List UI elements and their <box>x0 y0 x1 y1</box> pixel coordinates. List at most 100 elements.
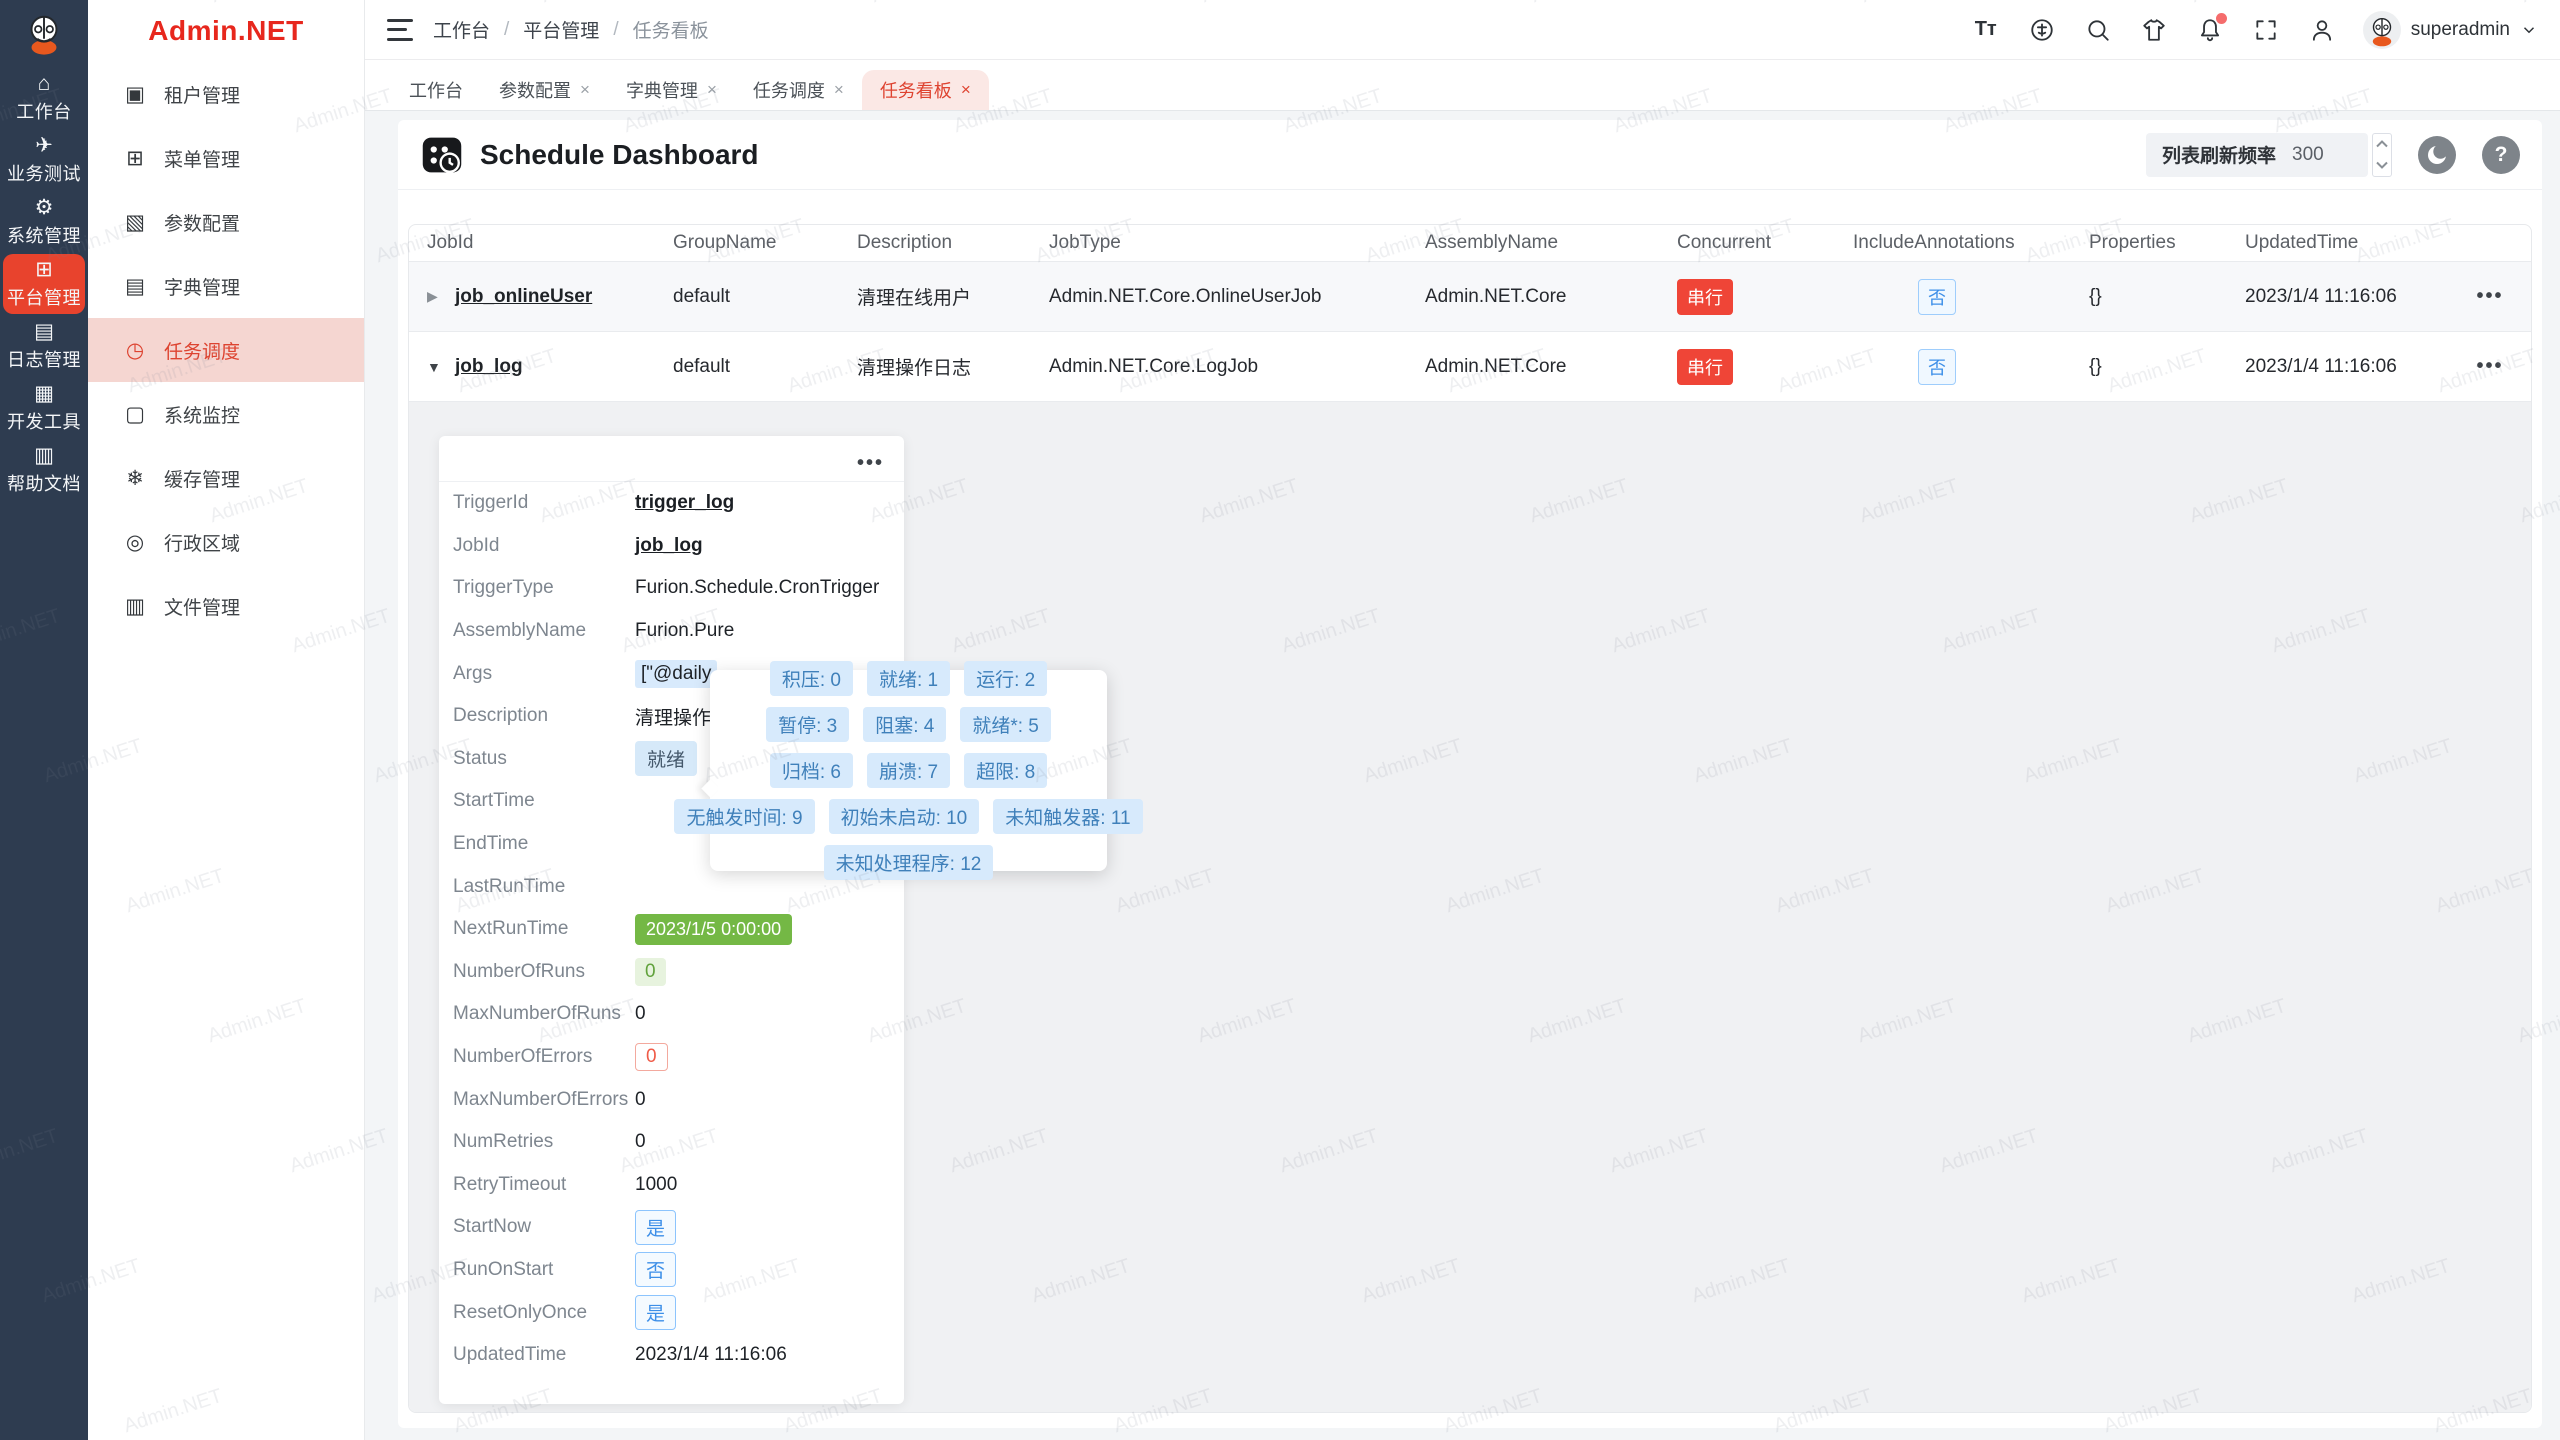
tab-dictionary[interactable]: 字典管理 × <box>608 70 735 110</box>
font-size-icon[interactable]: Tт <box>1971 15 2001 45</box>
alarm-clock-icon: ◷ <box>122 338 148 363</box>
breadcrumb-item[interactable]: 工作台 <box>433 16 490 43</box>
rail-item-help-docs[interactable]: ▥ 帮助文档 <box>3 440 85 500</box>
status-legend-badge: 无触发时间: 9 <box>674 799 814 834</box>
refresh-frequency-value[interactable]: 300 <box>2292 144 2352 166</box>
params-icon: ▧ <box>122 210 148 235</box>
trigger-id-link[interactable]: trigger_log <box>635 492 734 514</box>
job-id-link[interactable]: job_log <box>635 535 703 557</box>
detail-value: Furion.Schedule.CronTrigger <box>635 577 879 599</box>
rail-item-label: 日志管理 <box>7 346 81 372</box>
stepper-down-icon[interactable] <box>2376 161 2388 169</box>
rail-item-system-mgmt[interactable]: ⚙ 系统管理 <box>3 192 85 252</box>
rail-item-dev-tools[interactable]: ▦ 开发工具 <box>3 378 85 438</box>
sidebar-item-dictionary[interactable]: ▤ 字典管理 <box>88 254 364 318</box>
sidebar-item-region[interactable]: ◎ 行政区域 <box>88 510 364 574</box>
detail-value: Furion.Pure <box>635 620 734 642</box>
collapse-row-icon[interactable]: ▼ <box>427 359 443 375</box>
reset-only-once-tag: 是 <box>635 1295 676 1330</box>
status-legend-badge: 未知触发器: 11 <box>993 799 1142 834</box>
refresh-frequency-label: 列表刷新频率 <box>2162 141 2276 168</box>
paper-plane-icon: ✈ <box>35 135 53 157</box>
help-icon[interactable]: ? <box>2482 136 2520 174</box>
column-header-jobid: JobId <box>409 232 665 254</box>
tab-bar: 工作台 参数配置 × 字典管理 × 任务调度 × 任务看板 × <box>365 60 2560 111</box>
search-icon[interactable] <box>2083 15 2113 45</box>
row-actions-icon[interactable]: ••• <box>2441 285 2531 308</box>
tab-label: 参数配置 <box>499 77 571 103</box>
detail-label: Args <box>453 663 635 685</box>
collapse-menu-icon[interactable] <box>387 19 413 41</box>
sidebar-item-menu[interactable]: ⊞ 菜单管理 <box>88 126 364 190</box>
sidebar-item-tenant[interactable]: ▣ 租户管理 <box>88 62 364 126</box>
fullscreen-icon[interactable] <box>2251 15 2281 45</box>
status-badge[interactable]: 就绪 <box>635 741 697 776</box>
notification-bell-icon[interactable] <box>2195 15 2225 45</box>
refresh-frequency-input[interactable]: 列表刷新频率 300 <box>2146 133 2368 177</box>
detail-label: Status <box>453 748 635 770</box>
main-column: 工作台 / 平台管理 / 任务看板 Tт <box>365 0 2560 1440</box>
theme-icon[interactable] <box>2139 15 2169 45</box>
user-profile-icon[interactable] <box>2307 15 2337 45</box>
cell-groupname: default <box>665 356 849 378</box>
breadcrumb: 工作台 / 平台管理 / 任务看板 <box>433 16 709 43</box>
location-icon: ◎ <box>122 530 148 555</box>
close-icon[interactable]: × <box>580 80 590 100</box>
language-icon[interactable] <box>2027 15 2057 45</box>
page-title-group: Schedule Dashboard <box>420 133 759 177</box>
close-icon[interactable]: × <box>961 80 971 100</box>
cell-groupname: default <box>665 286 849 308</box>
close-icon[interactable]: × <box>707 80 717 100</box>
help-glyph: ? <box>2495 143 2508 167</box>
user-menu[interactable]: superadmin <box>2363 11 2538 49</box>
tab-task-schedule[interactable]: 任务调度 × <box>735 70 862 110</box>
detail-label: AssemblyName <box>453 620 635 642</box>
number-stepper[interactable] <box>2372 133 2392 177</box>
logs-icon: ▤ <box>34 321 54 343</box>
detail-value: 0 <box>635 1131 646 1153</box>
panel-header-controls: 列表刷新频率 300 <box>2146 133 2520 177</box>
tab-workbench[interactable]: 工作台 <box>391 70 481 110</box>
tab-params[interactable]: 参数配置 × <box>481 70 608 110</box>
status-legend-badge: 超限: 8 <box>964 753 1047 788</box>
breadcrumb-item[interactable]: 平台管理 <box>523 16 599 43</box>
gear-icon: ⚙ <box>35 197 54 219</box>
detail-label: NextRunTime <box>453 918 635 940</box>
sidebar-item-system-monitor[interactable]: ▢ 系统监控 <box>88 382 364 446</box>
expand-row-icon[interactable]: ▶ <box>427 288 443 305</box>
rail-item-business-test[interactable]: ✈ 业务测试 <box>3 130 85 190</box>
sidebar-item-task-schedule[interactable]: ◷ 任务调度 <box>88 318 364 382</box>
app-logo[interactable] <box>0 0 88 68</box>
rail-item-log-mgmt[interactable]: ▤ 日志管理 <box>3 316 85 376</box>
rail-item-label: 系统管理 <box>7 222 81 248</box>
detail-label: JobId <box>453 535 635 557</box>
book-icon: ▥ <box>34 445 54 467</box>
menu-sidebar: Admin.NET ▣ 租户管理 ⊞ 菜单管理 ▧ 参数配置 ▤ 字典管理 ◷ … <box>88 0 365 1440</box>
rail-item-platform-mgmt[interactable]: ⊞ 平台管理 <box>3 254 85 314</box>
detail-label: RetryTimeout <box>453 1174 635 1196</box>
sidebar-item-params[interactable]: ▧ 参数配置 <box>88 190 364 254</box>
detail-actions-icon[interactable]: ••• <box>857 452 884 475</box>
sidebar-item-label: 租户管理 <box>164 81 240 108</box>
countdown-pie-icon[interactable] <box>2418 136 2456 174</box>
tab-task-dashboard[interactable]: 任务看板 × <box>862 70 989 110</box>
tab-label: 工作台 <box>409 77 463 103</box>
sidebar-item-file[interactable]: ▥ 文件管理 <box>88 574 364 638</box>
sidebar-item-cache[interactable]: ❄ 缓存管理 <box>88 446 364 510</box>
detail-label: TriggerType <box>453 577 635 599</box>
detail-value: 1000 <box>635 1174 677 1196</box>
job-id-link[interactable]: job_log <box>455 356 523 378</box>
job-id-link[interactable]: job_onlineUser <box>455 286 592 308</box>
concurrent-tag: 串行 <box>1677 349 1733 385</box>
avatar <box>2363 11 2401 49</box>
table-row[interactable]: ▼ job_log default 清理操作日志 Admin.NET.Core.… <box>409 332 2531 402</box>
detail-label: StartNow <box>453 1216 635 1238</box>
table-row[interactable]: ▶ job_onlineUser default 清理在线用户 Admin.NE… <box>409 262 2531 332</box>
sidebar-item-label: 参数配置 <box>164 209 240 236</box>
column-header-concurrent: Concurrent <box>1669 232 1845 254</box>
close-icon[interactable]: × <box>834 80 844 100</box>
brand-logo-text[interactable]: Admin.NET <box>88 0 364 62</box>
stepper-up-icon[interactable] <box>2376 140 2388 148</box>
row-actions-icon[interactable]: ••• <box>2441 355 2531 378</box>
rail-item-workbench[interactable]: ⌂ 工作台 <box>3 68 85 128</box>
